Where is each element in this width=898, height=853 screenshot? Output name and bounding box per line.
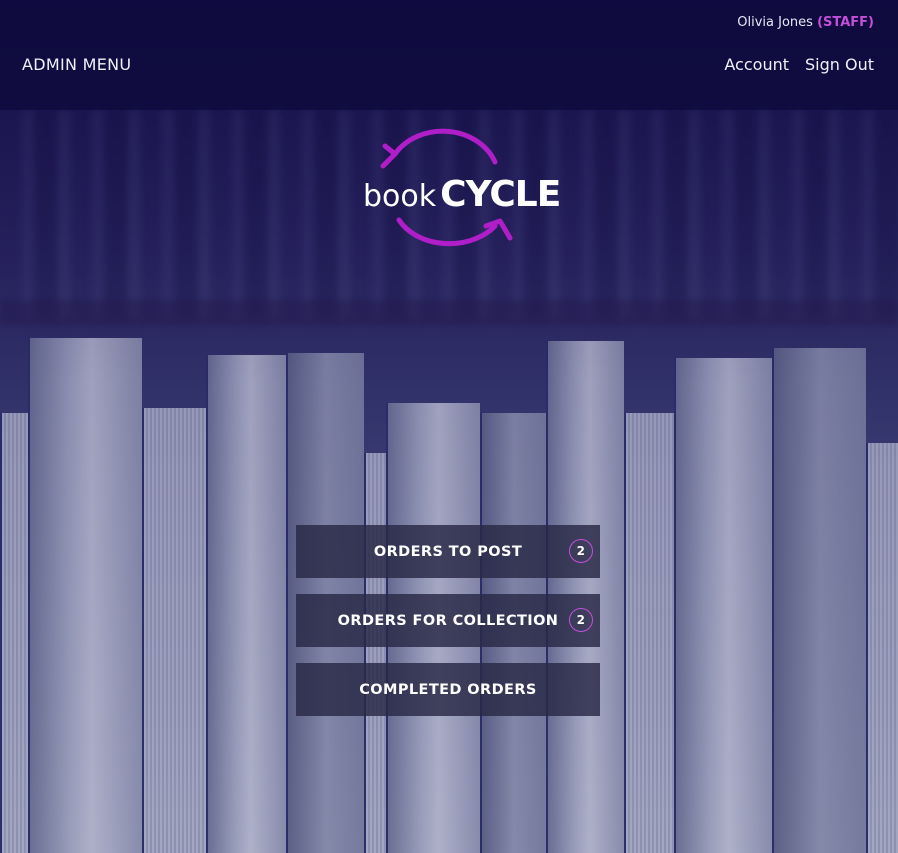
menu-item-label: COMPLETED ORDERS xyxy=(359,681,537,698)
count-badge: 2 xyxy=(569,608,593,632)
admin-menu-title: ADMIN MENU xyxy=(22,55,132,74)
completed-orders-button[interactable]: COMPLETED ORDERS xyxy=(296,663,600,716)
orders-for-collection-button[interactable]: ORDERS FOR COLLECTION 2 xyxy=(296,594,600,647)
sign-out-link[interactable]: Sign Out xyxy=(805,55,874,74)
logo-wordmark: book CYCLE xyxy=(363,174,561,215)
orders-to-post-button[interactable]: ORDERS TO POST 2 xyxy=(296,525,600,578)
top-header: Olivia Jones (STAFF) ADMIN MENU Account … xyxy=(0,0,898,110)
logo-word-cycle: CYCLE xyxy=(440,174,561,215)
menu-item-label: ORDERS FOR COLLECTION xyxy=(337,612,559,629)
user-info: Olivia Jones (STAFF) xyxy=(737,15,874,30)
bookcycle-logo: book CYCLE xyxy=(355,126,561,256)
logo-word-book: book xyxy=(363,179,437,214)
header-nav: Account Sign Out xyxy=(724,55,874,74)
user-name: Olivia Jones xyxy=(737,15,813,30)
account-link[interactable]: Account xyxy=(724,55,789,74)
user-role: (STAFF) xyxy=(817,15,874,30)
admin-menu-list: ORDERS TO POST 2 ORDERS FOR COLLECTION 2… xyxy=(296,525,600,732)
count-badge: 2 xyxy=(569,539,593,563)
menu-item-label: ORDERS TO POST xyxy=(373,543,523,560)
